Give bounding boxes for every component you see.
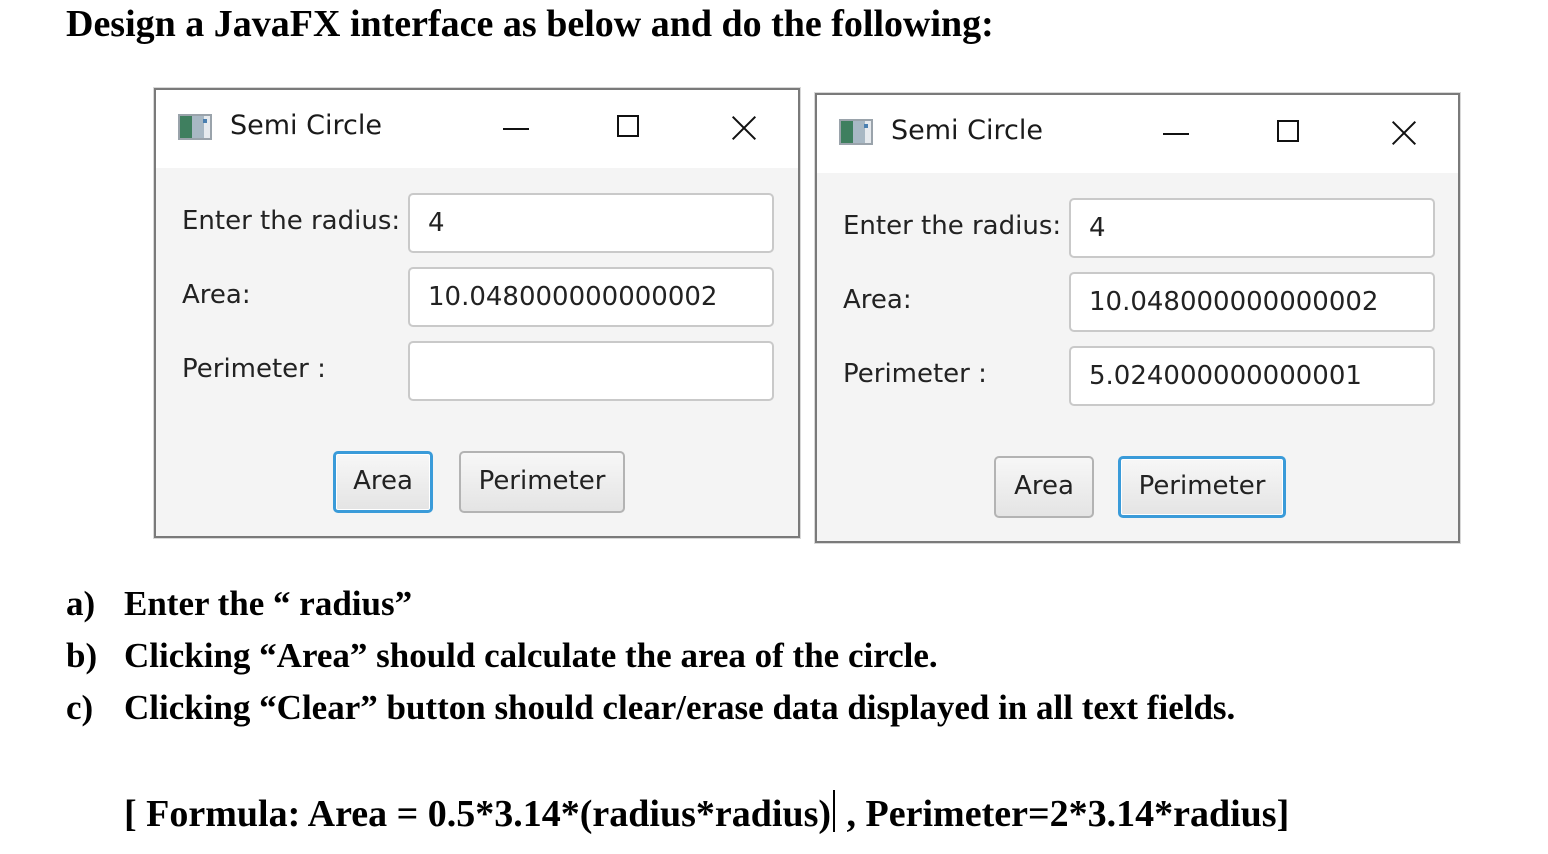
area-button[interactable]: Area: [333, 451, 433, 513]
list-marker: a): [66, 584, 96, 623]
semi-circle-window-right: Semi Circle Enter the radius: 4 Area: 10…: [815, 93, 1460, 543]
perimeter-label: Perimeter :: [843, 359, 987, 389]
perimeter-button[interactable]: Perimeter: [459, 451, 625, 513]
formula-line: [ Formula: Area = 0.5*3.14*(radius*radiu…: [124, 790, 1289, 836]
window-titlebar[interactable]: Semi Circle: [156, 90, 798, 168]
formula-area: [ Formula: Area = 0.5*3.14*(radius*radiu…: [124, 793, 832, 835]
list-item-text: Enter the “ radius”: [124, 584, 413, 623]
area-label: Area:: [843, 285, 912, 315]
close-icon[interactable]: [722, 108, 766, 148]
window-titlebar[interactable]: Semi Circle: [817, 95, 1458, 173]
list-marker: c): [66, 688, 94, 727]
radius-input[interactable]: 4: [408, 193, 774, 253]
text-caret: [833, 790, 836, 832]
radius-label: Enter the radius:: [182, 206, 401, 236]
java-app-icon: [839, 119, 873, 145]
radius-input[interactable]: 4: [1069, 198, 1435, 258]
list-item-text: Clicking “Area” should calculate the are…: [124, 636, 938, 675]
list-marker: b): [66, 636, 98, 675]
area-label: Area:: [182, 280, 251, 310]
java-app-icon: [178, 114, 212, 140]
semi-circle-window-left: Semi Circle Enter the radius: 4 Area: 10…: [154, 88, 800, 538]
window-title: Semi Circle: [230, 110, 382, 141]
minimize-icon[interactable]: [494, 108, 538, 148]
page-heading: Design a JavaFX interface as below and d…: [66, 3, 994, 45]
window-title: Semi Circle: [891, 115, 1043, 146]
area-output-field[interactable]: 10.048000000000002: [408, 267, 774, 327]
area-button[interactable]: Area: [994, 456, 1094, 518]
perimeter-output-field[interactable]: 5.024000000000001: [1069, 346, 1435, 406]
area-output-field[interactable]: 10.048000000000002: [1069, 272, 1435, 332]
close-icon[interactable]: [1382, 113, 1426, 153]
radius-label: Enter the radius:: [843, 211, 1062, 241]
perimeter-button[interactable]: Perimeter: [1118, 456, 1286, 518]
formula-perimeter: , Perimeter=2*3.14*radius]: [837, 793, 1290, 835]
maximize-icon[interactable]: [1268, 113, 1312, 153]
list-item-text: Clicking “Clear” button should clear/era…: [124, 688, 1236, 727]
perimeter-output-field[interactable]: [408, 341, 774, 401]
perimeter-label: Perimeter :: [182, 354, 326, 384]
maximize-icon[interactable]: [608, 108, 652, 148]
minimize-icon[interactable]: [1154, 113, 1198, 153]
